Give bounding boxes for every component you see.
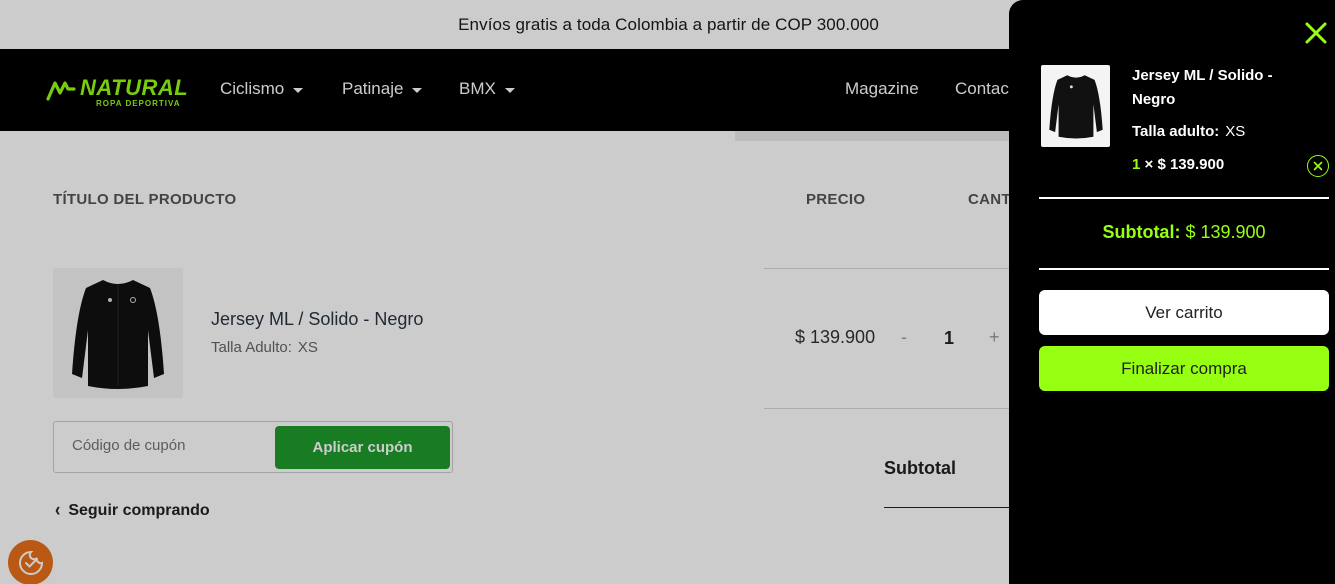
close-icon — [1305, 22, 1327, 44]
remove-circle-icon — [1313, 161, 1323, 171]
checkout-button[interactable]: Finalizar compra — [1039, 346, 1329, 391]
close-drawer-button[interactable] — [1303, 20, 1329, 46]
mini-cart-product-image[interactable] — [1041, 65, 1110, 147]
jersey-icon — [1048, 75, 1103, 139]
mini-cart-product-name[interactable]: Jersey ML / Solido - Negro — [1132, 64, 1297, 112]
mini-cart-subtotal: Subtotal: $ 139.900 — [1102, 222, 1266, 242]
mini-cart-product-attributes: Talla adulto: XS — [1132, 123, 1246, 140]
view-cart-button[interactable]: Ver carrito — [1039, 290, 1329, 335]
drawer-divider — [1039, 197, 1329, 199]
remove-item-button[interactable] — [1307, 155, 1329, 177]
mini-cart-quantity-price: 1 × $ 139.900 — [1132, 156, 1225, 173]
drawer-divider — [1039, 268, 1329, 270]
